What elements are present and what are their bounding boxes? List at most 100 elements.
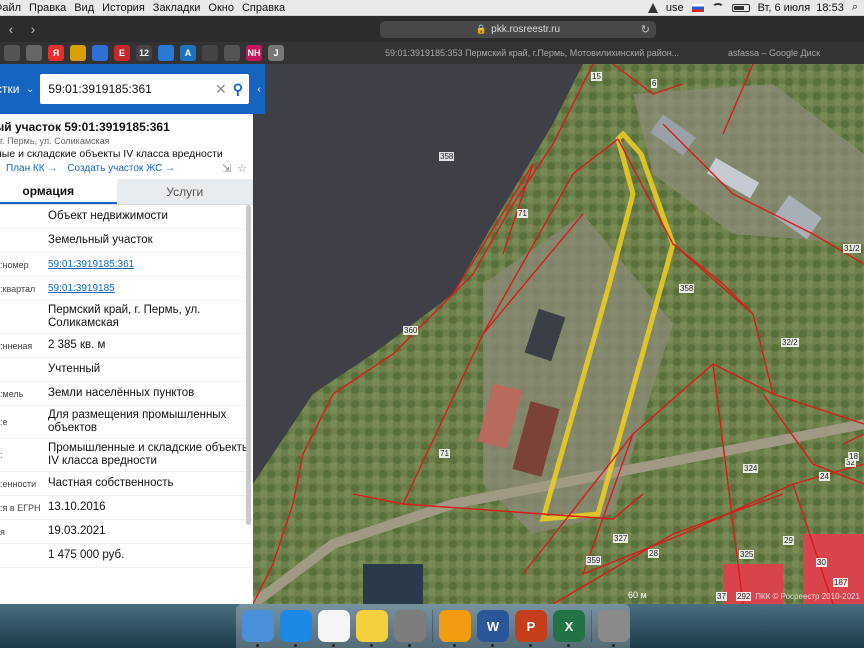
parcel-number-label: 24 [819, 472, 830, 481]
vlc-icon[interactable] [439, 610, 471, 647]
parcel-header: ый участок 59:01:3919185:361 г. Пермь, у… [0, 114, 253, 175]
tab-services[interactable]: Услуги [116, 179, 253, 204]
spotlight-icon[interactable]: ⌕ [852, 1, 858, 14]
parcel-number-label: 6 [651, 79, 658, 88]
menu-item[interactable]: История [102, 2, 153, 14]
tab-title-drive[interactable]: asfassa – Google Диск [728, 48, 820, 58]
lock-icon: 🔒 [475, 24, 488, 34]
clock[interactable]: Вт, 6 июля 18:53 [758, 2, 844, 14]
attribute-row: квартал: 59:01:3919185 [0, 277, 253, 301]
forward-icon[interactable]: › [22, 21, 44, 37]
parcel-number-label: 324 [743, 464, 759, 473]
notes-icon[interactable] [356, 610, 388, 647]
menu-item[interactable]: Вид [74, 2, 102, 14]
parcel-title: ый участок 59:01:3919185:361 [0, 120, 170, 134]
input-source-flag-icon[interactable] [691, 3, 704, 12]
menu-item[interactable]: Справка [242, 2, 293, 14]
menu-item[interactable]: Файл [0, 2, 29, 14]
scrollbar[interactable] [246, 205, 251, 525]
map-attribution: ПКК © Росреестр 2010-2021 [755, 592, 860, 601]
j-icon[interactable]: J [268, 45, 284, 61]
clear-icon[interactable]: ✕ [215, 81, 227, 98]
user-label[interactable]: use [666, 2, 684, 14]
attribute-row: Объект недвижимости [0, 205, 253, 229]
twelve-icon[interactable]: 12 [136, 45, 152, 61]
a-icon[interactable]: A [180, 45, 196, 61]
parcel-number-label: 360 [403, 326, 419, 335]
preferences-icon[interactable] [394, 610, 426, 647]
attribute-key: квартал: [0, 283, 36, 294]
dots-icon[interactable] [202, 45, 218, 61]
bookmark-icon[interactable] [70, 45, 86, 61]
powerpoint-icon[interactable]: P [515, 610, 547, 647]
word-icon[interactable]: W [477, 610, 509, 647]
export-icon[interactable]: ⇲ [222, 162, 231, 175]
excel-icon[interactable]: X [553, 610, 585, 647]
active-tab-title[interactable]: 59:01:3919185:353 Пермский край, г.Пермь… [385, 48, 679, 58]
cadastral-map[interactable]: 358 360 358 71 71 359 327 28 324 325 37 292 30 187 31/… [253, 64, 864, 604]
wifi-icon[interactable] [711, 3, 724, 12]
map-canvas[interactable] [253, 64, 864, 604]
info-panel: стки ⌄ 59:01:3919185:361 ✕ ⚲ ый участок … [0, 64, 253, 604]
attribute-key: : [0, 450, 3, 460]
address-bar[interactable]: 🔒 pkk.rosreestr.ru ↻ [380, 21, 656, 38]
parcel-number-label: 15 [591, 72, 602, 81]
url-text: pkk.rosreestr.ru [491, 24, 561, 35]
attribute-key: я в ЕГРН: [0, 502, 41, 513]
parcel-attributes: Объект недвижимости Земельный участок номе… [0, 205, 253, 568]
safari-icon[interactable] [280, 610, 312, 647]
dock-app-label: X [564, 618, 574, 634]
back-icon[interactable]: ‹ [0, 21, 22, 37]
tab-icon[interactable] [26, 45, 42, 61]
parcel-number-label: 71 [439, 449, 450, 458]
running-indicator [453, 644, 456, 647]
search-icon[interactable]: ⚲ [233, 81, 243, 98]
attribute-link[interactable]: 59:01:3919185 [48, 279, 253, 298]
battery-icon[interactable] [731, 3, 750, 12]
mail-icon[interactable] [92, 45, 108, 61]
attribute-value: 19.03.2021 [48, 525, 106, 537]
parcel-number-label: 327 [613, 534, 629, 543]
attribute-link[interactable]: 59:01:3919185:361 [48, 255, 253, 274]
search-input[interactable]: 59:01:3919185:361 ✕ ⚲ [40, 74, 249, 104]
attribute-row: номер: 59:01:3919185:361 [0, 253, 253, 277]
attribute-row: мель: Земли населённых пунктов [0, 382, 253, 406]
attribute-value: Земли населённых пунктов [48, 387, 195, 399]
nh-icon[interactable]: NH [246, 45, 262, 61]
attribute-row: : Промышленные и складские объекты IV кла… [0, 439, 253, 472]
menu-item[interactable]: Закладки [153, 2, 209, 14]
attribute-value: Учтенный [48, 363, 101, 375]
dock-separator [591, 610, 592, 642]
star-icon[interactable] [158, 45, 174, 61]
create-parcel-link[interactable]: Создать участок ЖС → [67, 163, 175, 174]
attribute-row: Пермский край, г. Пермь, ул. Соликамская [0, 301, 253, 334]
panel-tabs: ормация Услуги [0, 179, 253, 205]
parcel-number-label: 18 [848, 452, 859, 461]
apps-icon[interactable] [4, 45, 20, 61]
dock-app-label: P [526, 618, 536, 634]
menu-item[interactable]: Правка [29, 2, 74, 14]
attribute-key: мель: [0, 388, 24, 399]
parcel-number-label: 71 [517, 209, 528, 218]
plan-kk-link[interactable]: План КК → [6, 163, 57, 174]
e-icon[interactable]: E [114, 45, 130, 61]
search-type-dropdown[interactable]: стки [0, 82, 26, 96]
chevron-down-icon[interactable]: ⌄ [26, 84, 34, 95]
running-indicator [256, 644, 259, 647]
menu-item[interactable]: Окно [208, 2, 242, 14]
favorite-star-icon[interactable]: ☆ [237, 162, 247, 175]
yandex-icon[interactable]: Я [48, 45, 64, 61]
globe-icon[interactable] [224, 45, 240, 61]
trash-icon[interactable] [598, 610, 630, 647]
reload-icon[interactable]: ↻ [641, 23, 650, 36]
vlc-status-icon[interactable] [647, 2, 658, 13]
running-indicator [332, 644, 335, 647]
photos-icon[interactable] [318, 610, 350, 647]
tab-information[interactable]: ормация [0, 179, 117, 204]
finder-icon[interactable] [242, 610, 274, 647]
parcel-number-label: 37 [716, 592, 727, 601]
attribute-row: Учтенный [0, 358, 253, 382]
collapse-panel-button[interactable]: ‹ [253, 64, 265, 114]
attribute-key: я [0, 526, 5, 537]
attribute-value: Промышленные и складские объекты IV клас… [48, 442, 251, 467]
